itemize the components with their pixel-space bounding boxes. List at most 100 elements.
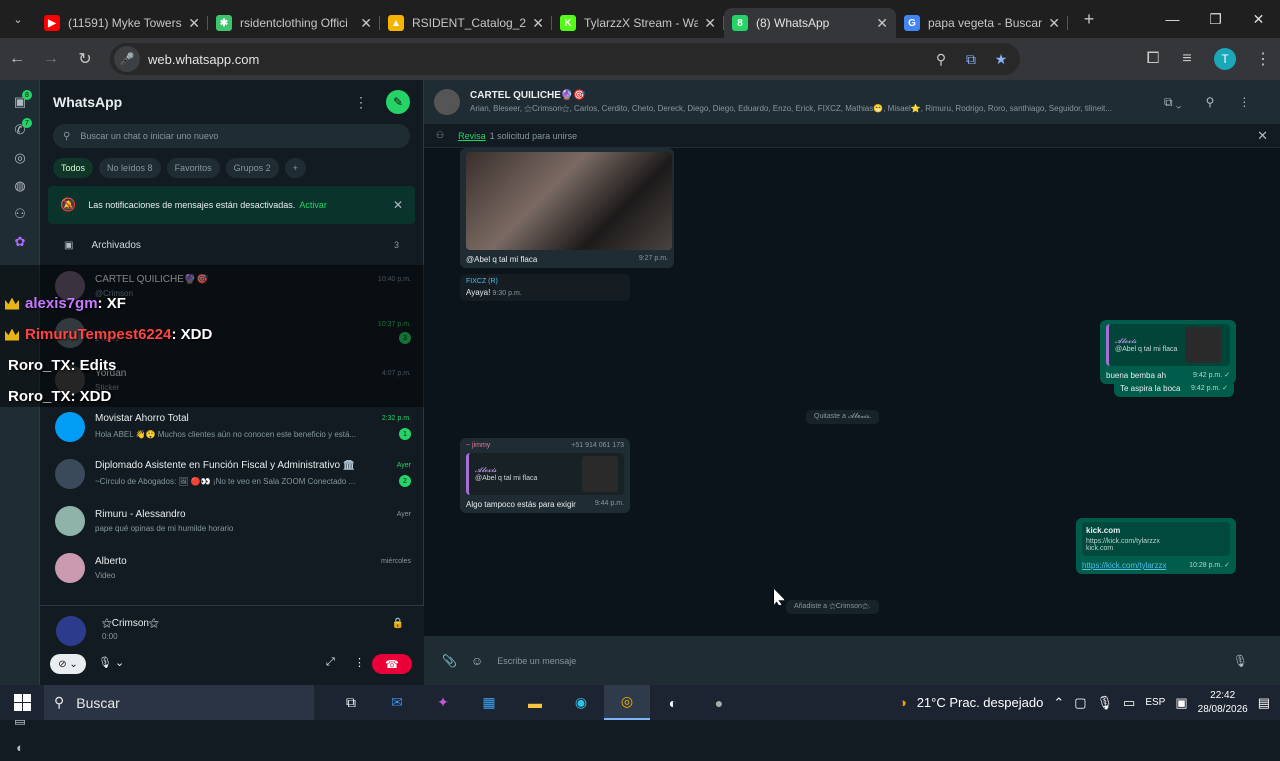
tab-close-icon[interactable]: ✕ [1048,15,1060,32]
maximize-icon[interactable]: ❐ [1194,0,1237,38]
chat-list-item[interactable]: Diplomado Asistente en Función Fiscal y … [40,450,423,497]
image-message[interactable]: @Abel q tal mi flaca 9:27 p.m. [460,148,674,268]
cast-icon[interactable]: ⧉ [956,51,986,68]
call-more-icon[interactable]: ⋮ [354,656,365,669]
link-message[interactable]: kick.com https://kick.com/tylarzzx kick.… [1076,518,1236,574]
activate-link[interactable]: Activar [299,200,327,210]
filter-chip[interactable]: + [284,158,306,178]
quoted-message[interactable]: 𝓐𝓵𝓮𝔁𝓲𝓼 @Abel q tal mi flaca [466,453,624,495]
review-label[interactable]: Revisa [458,131,486,141]
message-reply-out[interactable]: 𝓐𝓵𝓮𝔁𝓲𝓼 @Abel q tal mi flaca buena bemba a… [1100,320,1236,384]
obs-icon[interactable]: ◐ [650,685,696,720]
message-input[interactable]: Escribe un mensaje [497,656,1233,666]
quoted-message[interactable]: 𝓐𝓵𝓮𝔁𝓲𝓼 @Abel q tal mi flaca [1106,324,1230,366]
file-explorer-icon[interactable]: ▬ [512,685,558,720]
new-chat-icon[interactable]: ✎ [386,90,410,114]
message-photo[interactable] [466,152,672,250]
site-info-icon[interactable]: 🎤 [114,46,140,72]
tab-search-icon[interactable]: ⌄ [0,0,36,38]
emoji-icon[interactable]: ☺ [471,654,483,668]
channels-icon[interactable]: ◍ [0,172,40,200]
profile-icon[interactable]: ◐ [0,733,40,761]
filter-chip[interactable]: No leídos 8 [99,158,161,178]
message-jimmy[interactable]: ~ jimmy +51 914 061 173 𝓐𝓵𝓮𝔁𝓲𝓼 @Abel q tal… [460,438,630,513]
profile-avatar[interactable]: T [1214,48,1236,70]
video-call-icon[interactable]: ⧉ ⌄ [1164,95,1182,110]
zoom-icon[interactable]: ⚲ [926,51,956,68]
status-icon[interactable]: ◎ [0,144,40,172]
clock[interactable]: 22:42 28/08/2026 [1198,689,1248,717]
filter-chip[interactable]: Grupos 2 [225,158,279,178]
media-control-icon[interactable]: ≡ [1170,42,1204,76]
start-button[interactable] [0,694,44,711]
tab-close-icon[interactable]: ✕ [532,15,544,32]
message-out[interactable]: Te aspira la boca 9:42 p.m. ✓ [1114,380,1234,397]
voice-note-icon[interactable]: 🎙 [1233,654,1248,668]
search-input[interactable]: ⚲ Buscar un chat o iniciar uno nuevo [53,124,410,148]
calls-icon[interactable]: ✆ 7 [0,116,40,144]
hang-up-button[interactable]: ☎ [372,654,412,674]
close-banner-icon[interactable]: ✕ [393,198,403,212]
url-text[interactable]: web.whatsapp.com [148,52,926,67]
attach-icon[interactable]: 📎 [442,654,457,668]
camera-off-button[interactable]: ⊘ ⌄ [50,654,86,674]
tray-app-icon[interactable]: ▢ [1074,695,1086,711]
chat-list-item[interactable]: Alberto miércoles Video [40,544,423,591]
menu-icon[interactable]: ⋮ [354,94,368,111]
close-request-icon[interactable]: ✕ [1257,128,1268,144]
close-window-icon[interactable]: ✕ [1237,0,1280,38]
language-indicator[interactable]: ESP [1145,697,1165,708]
search-messages-icon[interactable]: ⚲ [1206,95,1215,109]
browser-tab[interactable]: 8 (8) WhatsApp ✕ [724,8,896,38]
communities-icon[interactable]: ⚇ [0,200,40,228]
app-icon[interactable]: ● [696,685,742,720]
edge-icon[interactable]: ◉ [558,685,604,720]
tab-close-icon[interactable]: ✕ [876,15,888,32]
copilot-icon[interactable]: ✦ [420,685,466,720]
tab-close-icon[interactable]: ✕ [188,15,200,32]
filter-chip[interactable]: Todos [53,158,94,178]
browser-menu-icon[interactable]: ⋮ [1246,42,1280,76]
notifications-icon[interactable]: ▤ [1258,695,1270,711]
browser-tab[interactable]: K TylarzzX Stream - Wa ✕ [552,8,724,38]
bookmark-star-icon[interactable]: ★ [986,51,1016,68]
address-bar[interactable]: 🎤 web.whatsapp.com ⚲ ⧉ ★ [110,43,1020,75]
network-wifi-icon[interactable]: ▣ [1175,695,1187,711]
minimize-icon[interactable]: — [1151,0,1194,38]
tab-strip: ⌄ ▶ (11591) Myke Towers ✕ ✱ rsidentclothing … [0,0,1280,38]
outlook-icon[interactable]: ✉ [374,685,420,720]
chrome-icon[interactable]: ◎ [604,685,650,720]
tray-chevron-icon[interactable]: ⌃ [1053,695,1064,711]
browser-tab[interactable]: ▶ (11591) Myke Towers ✕ [36,8,208,38]
screen-share-button[interactable]: ⤢ [326,656,335,669]
browser-tab[interactable]: ✱ rsidentclothing Offici ✕ [208,8,380,38]
filter-chip[interactable]: Favoritos [166,158,220,178]
new-tab-button[interactable]: + [1074,4,1104,34]
group-avatar[interactable] [434,89,460,115]
taskbar-search[interactable]: ⚲ Buscar [44,685,314,720]
extensions-icon[interactable]: ⧠ [1136,42,1170,76]
browser-tab[interactable]: ▲ RSIDENT_Catalog_20 ✕ [380,8,552,38]
conversation-header[interactable]: CARTEL QUILICHE🔮🎯 Arian, Bleseer, ⚝Crims… [424,80,1280,124]
chat-list-item[interactable]: Rimuru - Alessandro Ayer pape qué opinas d… [40,497,423,544]
microphone-button[interactable]: 🎙 ⌄ [98,656,124,669]
tab-close-icon[interactable]: ✕ [704,15,716,32]
weather-icon[interactable]: ◑ [899,695,907,710]
browser-tab[interactable]: Gpapa vegeta - Buscar ✕ [896,8,1068,38]
back-icon[interactable]: ← [0,42,34,76]
store-icon[interactable]: ▦ [466,685,512,720]
message-link[interactable]: https://kick.com/tylarzzx [1082,561,1166,570]
message-fixcz[interactable]: FIXCZ (R) Ayaya! 9:30 p.m. [460,274,630,301]
link-preview[interactable]: kick.com https://kick.com/tylarzzx kick.… [1082,522,1230,556]
forward-icon[interactable]: → [34,42,68,76]
chats-icon[interactable]: ▣ 8 [0,88,40,116]
network-icon[interactable]: ▭ [1123,695,1135,711]
microphone-tray-icon[interactable]: 🎙 [1097,695,1114,711]
reload-icon[interactable]: ↻ [68,42,102,76]
task-view-icon[interactable]: ⧉ [328,685,374,720]
tab-close-icon[interactable]: ✕ [360,15,372,32]
archived-row[interactable]: ▣ Archivados 3 [40,228,423,262]
weather-text[interactable]: 21°C Prac. despejado [917,695,1044,710]
meta-ai-icon[interactable]: ✿ [0,228,40,256]
chat-menu-icon[interactable]: ⋮ [1238,95,1250,109]
